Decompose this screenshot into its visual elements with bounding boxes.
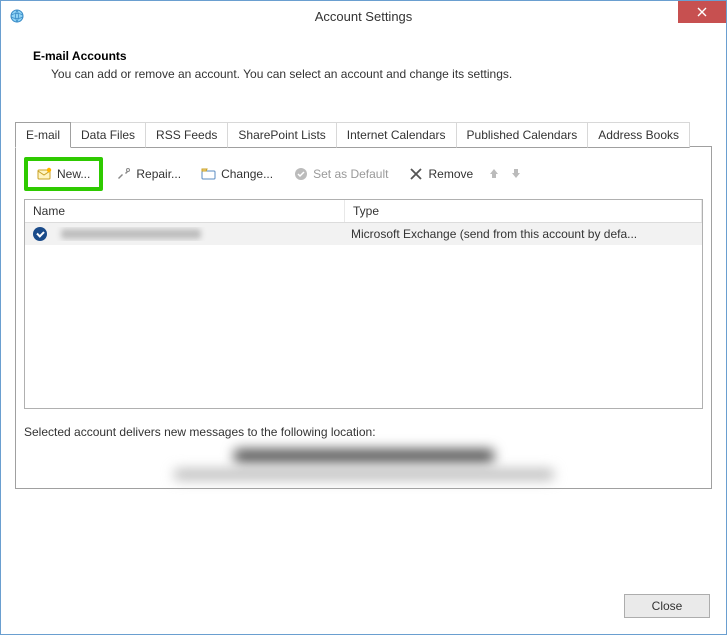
change-folder-icon: [201, 166, 217, 182]
move-up-button: [486, 167, 502, 182]
move-down-button: [508, 167, 524, 182]
titlebar: Account Settings: [1, 1, 726, 31]
new-button-label: New...: [57, 167, 90, 181]
tools-icon: [116, 166, 132, 182]
window-title: Account Settings: [1, 9, 726, 24]
tab-published-calendars[interactable]: Published Calendars: [456, 122, 589, 148]
list-header: Name Type: [25, 200, 702, 223]
tab-rss-feeds[interactable]: RSS Feeds: [145, 122, 228, 148]
account-name-cell: [47, 227, 343, 241]
tab-email[interactable]: E-mail: [15, 122, 71, 148]
new-button[interactable]: New...: [30, 162, 97, 186]
section-title: E-mail Accounts: [33, 49, 712, 63]
tab-strip: E-mail Data Files RSS Feeds SharePoint L…: [15, 121, 712, 147]
delivery-location-label: Selected account delivers new messages t…: [24, 425, 703, 439]
delivery-location-value: [16, 449, 711, 480]
highlight-new-button: New...: [24, 157, 103, 191]
close-button[interactable]: Close: [624, 594, 710, 618]
arrow-up-icon: [488, 167, 500, 179]
close-icon: [697, 7, 707, 17]
check-circle-icon: [293, 166, 309, 182]
column-header-name[interactable]: Name: [25, 200, 345, 222]
change-button-label: Change...: [221, 167, 273, 181]
redacted-account-name: [61, 229, 201, 239]
toolbar: New... Repair... Change...: [16, 147, 711, 199]
redacted-line: [234, 449, 494, 463]
redacted-line: [174, 469, 554, 480]
remove-button-label: Remove: [428, 167, 473, 181]
repair-button[interactable]: Repair...: [109, 162, 188, 186]
tab-address-books[interactable]: Address Books: [587, 122, 690, 148]
change-button[interactable]: Change...: [194, 162, 280, 186]
repair-button-label: Repair...: [136, 167, 181, 181]
column-header-type[interactable]: Type: [345, 200, 702, 222]
window-close-button[interactable]: [678, 1, 726, 23]
default-account-icon: [33, 227, 47, 241]
set-default-button: Set as Default: [286, 162, 395, 186]
remove-button[interactable]: Remove: [401, 162, 480, 186]
dialog-button-bar: Close: [624, 594, 710, 618]
tab-data-files[interactable]: Data Files: [70, 122, 146, 148]
mail-new-icon: [37, 166, 53, 182]
account-type-cell: Microsoft Exchange (send from this accou…: [343, 225, 702, 243]
tab-panel-email: New... Repair... Change...: [15, 146, 712, 489]
accounts-list[interactable]: Name Type Microsoft Exchange (send from …: [24, 199, 703, 409]
tab-internet-calendars[interactable]: Internet Calendars: [336, 122, 457, 148]
section-description: You can add or remove an account. You ca…: [51, 67, 712, 81]
account-settings-dialog: Account Settings E-mail Accounts You can…: [0, 0, 727, 635]
set-default-label: Set as Default: [313, 167, 388, 181]
remove-x-icon: [408, 166, 424, 182]
app-icon: [9, 8, 25, 24]
table-row[interactable]: Microsoft Exchange (send from this accou…: [25, 223, 702, 245]
arrow-down-icon: [510, 167, 522, 179]
tab-sharepoint-lists[interactable]: SharePoint Lists: [227, 122, 336, 148]
